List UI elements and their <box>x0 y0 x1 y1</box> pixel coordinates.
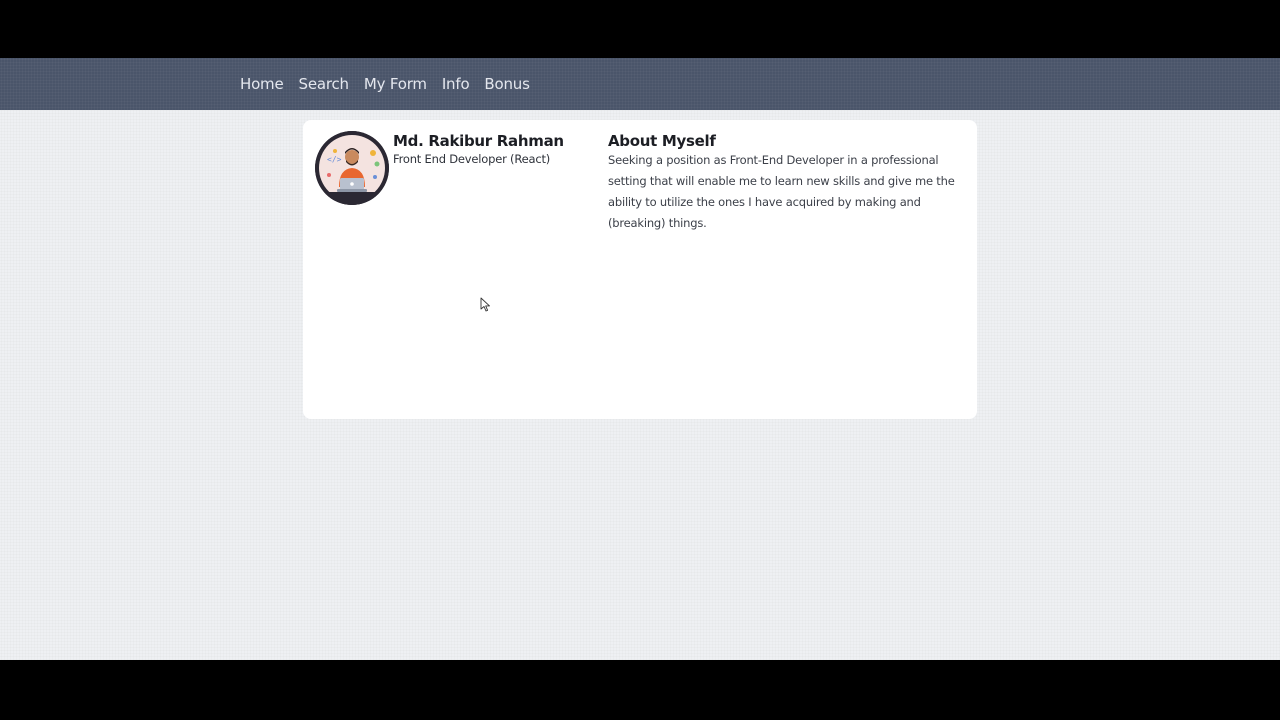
nav-link-bonus[interactable]: Bonus <box>484 75 529 93</box>
nav-link-home[interactable]: Home <box>240 75 284 93</box>
profile-name: Md. Rakibur Rahman <box>393 132 564 150</box>
nav-link-search[interactable]: Search <box>299 75 350 93</box>
developer-avatar-illustration-icon: </> <box>315 131 389 205</box>
page-viewport: Home Search My Form Info Bonus </> Md. R… <box>0 58 1280 660</box>
profile-card: </> Md. Rakibur Rahman Front End Develop… <box>303 120 977 419</box>
mouse-pointer-icon <box>480 297 490 312</box>
about-title: About Myself <box>608 132 716 150</box>
profile-role: Front End Developer (React) <box>393 152 551 166</box>
nav-link-info[interactable]: Info <box>442 75 470 93</box>
top-navbar: Home Search My Form Info Bonus <box>0 58 1280 110</box>
svg-text:</>: </> <box>327 155 342 164</box>
about-text: Seeking a position as Front-End Develope… <box>608 153 955 230</box>
nav-link-my-form[interactable]: My Form <box>364 75 427 93</box>
avatar: </> <box>315 131 389 205</box>
nav-links: Home Search My Form Info Bonus <box>240 58 530 110</box>
